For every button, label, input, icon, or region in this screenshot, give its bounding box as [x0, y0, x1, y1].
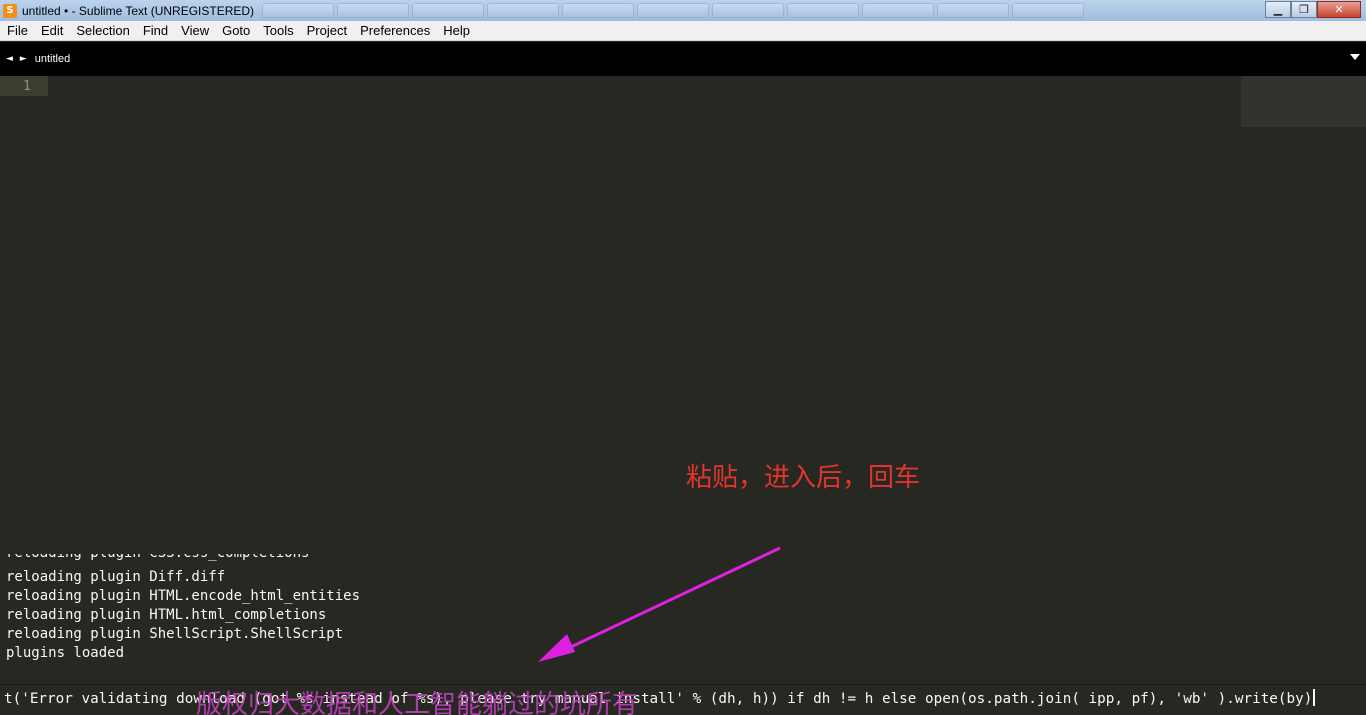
tab-bar: ◄ ► untitled	[0, 42, 1366, 76]
ghost-tab	[562, 3, 635, 18]
maximize-button[interactable]: ❐	[1291, 1, 1317, 18]
console-panel: reloading plugin CSS.css_completions rel…	[0, 554, 1366, 684]
close-button[interactable]: ✕	[1317, 1, 1361, 18]
tab-dropdown-icon[interactable]	[1350, 54, 1360, 60]
console-line: reloading plugin Diff.diff	[6, 569, 226, 585]
menu-preferences[interactable]: Preferences	[353, 21, 436, 41]
menu-project[interactable]: Project	[300, 21, 353, 41]
menu-tools[interactable]: Tools	[256, 21, 299, 41]
tab-nav-arrows-icon[interactable]: ◄ ►	[6, 54, 29, 64]
console-line: reloading plugin ShellScript.ShellScript	[6, 626, 344, 642]
ghost-tab	[487, 3, 560, 18]
menu-help[interactable]: Help	[436, 21, 476, 41]
ghost-tab	[787, 3, 860, 18]
console-line: reloading plugin HTML.encode_html_entiti…	[6, 588, 361, 604]
watermark-text: 版权归大数据和人工智能躺过的坑所有	[196, 690, 639, 715]
minimap[interactable]	[1241, 76, 1366, 127]
ghost-tab	[862, 3, 935, 18]
ghost-tab	[1012, 3, 1085, 18]
console-line: plugins loaded	[6, 645, 125, 661]
title-bar: S untitled • - Sublime Text (UNREGISTERE…	[0, 0, 1366, 21]
menu-edit[interactable]: Edit	[34, 21, 69, 41]
ghost-tab	[262, 3, 335, 18]
ghost-tab	[637, 3, 710, 18]
ghost-tab	[937, 3, 1010, 18]
menu-bar: File Edit Selection Find View Goto Tools…	[0, 21, 1366, 41]
menu-find[interactable]: Find	[136, 21, 174, 41]
text-cursor	[1313, 689, 1316, 706]
menu-view[interactable]: View	[174, 21, 215, 41]
minimize-button[interactable]: ▁	[1265, 1, 1291, 18]
ghost-tab	[412, 3, 485, 18]
ghost-tab	[337, 3, 410, 18]
editor-area[interactable]: 1	[0, 76, 1366, 554]
menu-selection[interactable]: Selection	[69, 21, 135, 41]
console-line: reloading plugin CSS.css_completions	[6, 554, 309, 563]
window-controls: ▁ ❐ ✕	[1265, 1, 1361, 18]
tab-untitled[interactable]: untitled	[35, 53, 70, 65]
ghost-tab	[712, 3, 785, 18]
line-number: 1	[23, 79, 31, 94]
menu-goto[interactable]: Goto	[215, 21, 256, 41]
window-title: untitled • - Sublime Text (UNREGISTERED)	[22, 3, 255, 18]
menu-file[interactable]: File	[0, 21, 34, 41]
sublime-app-icon: S	[3, 3, 17, 18]
console-line: reloading plugin HTML.html_completions	[6, 607, 327, 623]
annotation-label: 粘贴，进入后，回车	[686, 463, 921, 493]
taskbar-ghost-tabs	[262, 3, 1085, 18]
